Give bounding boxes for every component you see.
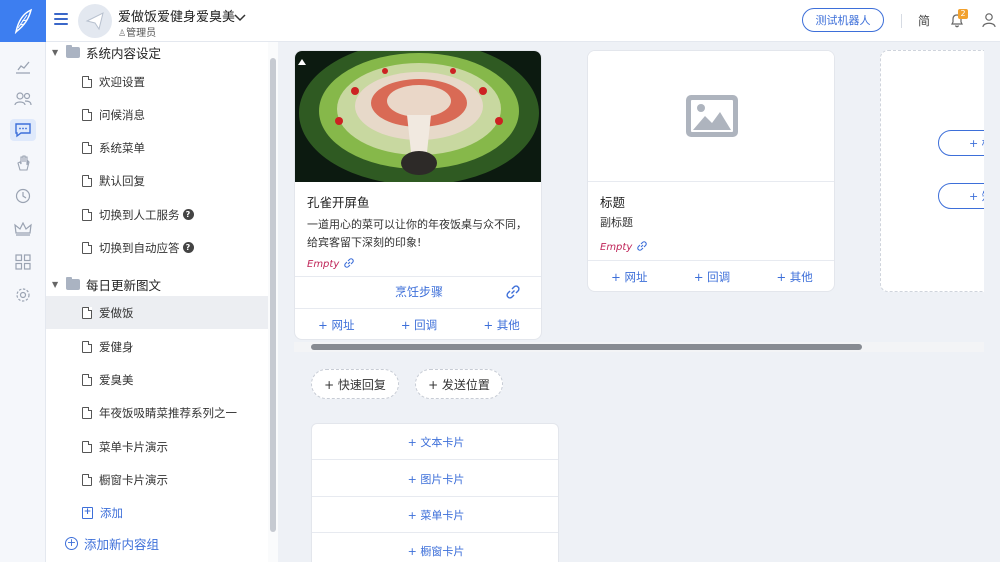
link-icon[interactable] — [505, 284, 521, 304]
tree-item[interactable]: 切换到人工服务? — [46, 198, 268, 231]
card-actions: + 网址 + 回调 + 其他 — [295, 317, 541, 333]
content-tree: ▼ 系统内容设定 欢迎设置 问候消息 系统菜单 默认回复 切换到人工服务? 切换… — [46, 42, 278, 562]
user-icon[interactable] — [982, 12, 996, 28]
add-url-button[interactable]: + 网址 — [611, 269, 647, 285]
help-icon[interactable]: ? — [182, 242, 194, 253]
add-knowledge-pill[interactable]: + 知 — [938, 183, 984, 209]
document-icon — [82, 406, 92, 419]
app-title: 爱做饭爱健身爱臭美 — [118, 10, 236, 25]
document-icon — [82, 306, 92, 319]
card-title: 孔雀开屏鱼 — [307, 195, 370, 210]
tree-item[interactable]: 切换到自动应答? — [46, 231, 268, 264]
add-card-slot: + 标 + 知 — [880, 50, 984, 292]
add-other-button[interactable]: + 其他 — [776, 269, 812, 285]
analytics-icon[interactable] — [10, 56, 36, 78]
dish-photo — [295, 51, 541, 186]
document-icon — [82, 373, 92, 386]
folder-icon — [66, 277, 80, 290]
caret-down-icon: ▼ — [52, 48, 59, 57]
document-icon — [82, 241, 92, 254]
document-icon — [82, 208, 92, 221]
gear-icon[interactable] — [10, 284, 36, 306]
top-header: 爱做饭爱健身爱臭美 ♙管理员 测试机器人 简 2 — [46, 0, 1000, 42]
card-empty-link[interactable]: Empty — [600, 240, 648, 255]
image-placeholder-icon[interactable] — [588, 51, 834, 182]
add-showcase-card[interactable]: + 橱窗卡片 — [312, 533, 558, 562]
add-text-card[interactable]: + 文本卡片 — [312, 424, 558, 460]
help-icon[interactable]: ? — [182, 209, 194, 220]
quick-reply-button[interactable]: + 快速回复 — [311, 369, 399, 399]
card-empty-link[interactable]: Empty — [307, 257, 355, 272]
caret-down-icon: ▼ — [52, 280, 59, 289]
link-icon — [343, 257, 355, 272]
document-icon — [82, 75, 92, 88]
link-icon — [636, 240, 648, 255]
tree-scrollbar-thumb[interactable] — [270, 58, 276, 532]
plus-circle-icon: + — [65, 536, 78, 550]
card-description: 一道用心的菜可以让你的年夜饭桌与众不同， 给宾客留下深刻的印象! — [307, 218, 527, 249]
add-item-button[interactable]: + 添加 — [46, 496, 268, 529]
user-role: ♙管理员 — [118, 28, 157, 39]
add-document-icon: + — [82, 506, 93, 519]
tree-item[interactable]: 爱健身 — [46, 330, 268, 363]
document-icon — [82, 473, 92, 486]
news-card-placeholder[interactable]: 标题 副标题 Empty + 网址 + 回调 + 其他 — [587, 50, 835, 292]
header-divider — [901, 14, 902, 28]
tree-item[interactable]: 橱窗卡片演示 — [46, 463, 268, 496]
add-group-button[interactable]: + 添加新内容组 — [46, 527, 268, 560]
document-icon — [82, 141, 92, 154]
divider — [295, 308, 541, 309]
crown-icon[interactable] — [10, 218, 36, 240]
add-title-pill[interactable]: + 标 — [938, 130, 984, 156]
hand-icon[interactable] — [10, 152, 36, 174]
send-location-button[interactable]: + 发送位置 — [415, 369, 503, 399]
cards-carousel: 孔雀开屏鱼 一道用心的菜可以让你的年夜饭桌与众不同， 给宾客留下深刻的印象! E… — [294, 42, 984, 352]
document-icon — [82, 174, 92, 187]
bot-avatar — [78, 4, 112, 38]
chevron-down-icon[interactable] — [234, 8, 246, 27]
card-actions: + 网址 + 回调 + 其他 — [588, 269, 834, 285]
clock-icon[interactable] — [10, 185, 36, 207]
icon-rail — [0, 0, 46, 562]
chat-icon[interactable] — [10, 119, 36, 141]
tree-item[interactable]: 系统菜单 — [46, 131, 268, 164]
tree-item[interactable]: 年夜饭吸睛菜推荐系列之一 — [46, 396, 268, 429]
notification-badge: 2 — [958, 9, 968, 19]
apps-grid-icon[interactable] — [10, 251, 36, 273]
cards-scrollbar-thumb[interactable] — [311, 344, 862, 350]
add-callback-button[interactable]: + 回调 — [401, 317, 437, 333]
tree-item[interactable]: 默认回复 — [46, 164, 268, 197]
users-icon[interactable] — [10, 88, 36, 110]
add-menu-card[interactable]: + 菜单卡片 — [312, 497, 558, 533]
add-card-menu: + 文本卡片 + 图片卡片 + 菜单卡片 + 橱窗卡片 — [311, 423, 559, 562]
divider — [588, 260, 834, 261]
language-switch[interactable]: 简 — [918, 12, 930, 29]
add-image-card[interactable]: + 图片卡片 — [312, 461, 558, 497]
card-subtitle: 副标题 — [600, 216, 633, 229]
folder-icon — [66, 45, 80, 58]
divider — [295, 276, 541, 277]
test-robot-button[interactable]: 测试机器人 — [802, 8, 884, 32]
tree-item-selected[interactable]: 爱做饭 — [46, 296, 268, 329]
card-title: 标题 — [600, 195, 626, 210]
document-icon — [82, 340, 92, 353]
document-icon — [82, 440, 92, 453]
tree-item[interactable]: 问候消息 — [46, 98, 268, 131]
tree-item[interactable]: 菜单卡片演示 — [46, 430, 268, 463]
document-icon — [82, 108, 92, 121]
add-callback-button[interactable]: + 回调 — [694, 269, 730, 285]
hamburger-menu-icon[interactable] — [54, 13, 68, 27]
news-card[interactable]: 孔雀开屏鱼 一道用心的菜可以让你的年夜饭桌与众不同， 给宾客留下深刻的印象! E… — [294, 50, 542, 340]
tree-item[interactable]: 欢迎设置 — [46, 65, 268, 98]
person-icon: ♙ — [118, 29, 127, 39]
tree-item[interactable]: 爱臭美 — [46, 363, 268, 396]
add-url-button[interactable]: + 网址 — [318, 317, 354, 333]
add-other-button[interactable]: + 其他 — [483, 317, 519, 333]
feather-logo-icon[interactable] — [0, 0, 46, 42]
